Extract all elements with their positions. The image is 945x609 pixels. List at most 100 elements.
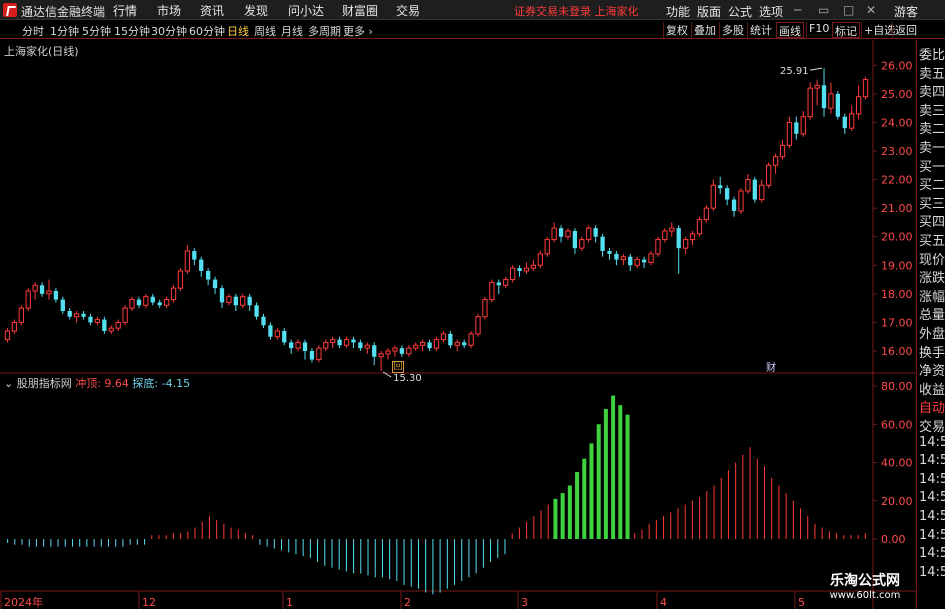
login-notice: 证券交易未登录 上海家化	[514, 5, 639, 18]
candle-body-down	[60, 299, 65, 311]
tab-15min[interactable]: 15分钟	[114, 23, 150, 39]
tab-1min[interactable]: 1分钟	[50, 23, 79, 39]
low-price-label: 15.30	[393, 373, 422, 384]
candle-body-up	[406, 347, 412, 355]
indicator-bar-peak	[589, 443, 594, 539]
menu-ask[interactable]: 问小达	[288, 2, 324, 18]
menu-wealth[interactable]: 财富圈	[342, 2, 378, 18]
side-panel-item: 卖一	[919, 141, 945, 156]
tab-more[interactable]: 更多 ›	[343, 23, 373, 39]
candle-body-up	[440, 333, 447, 341]
side-panel-item: 14:56	[919, 471, 945, 487]
side-panel-item: 涨跌	[919, 271, 945, 287]
draw-line-button[interactable]: 画线	[776, 22, 804, 38]
candle-body-up	[177, 270, 184, 289]
menu-layout[interactable]: 版面	[697, 3, 721, 20]
candle-body-up	[475, 316, 481, 335]
close-icon[interactable]: ✕	[866, 3, 876, 17]
menu-market[interactable]: 市场	[157, 2, 181, 18]
candle-body-up	[703, 207, 710, 221]
candle-body-down	[205, 271, 211, 280]
adjust-button[interactable]: 复权	[663, 22, 690, 38]
candle-body-up	[74, 313, 80, 318]
multi-stock-button[interactable]: 多股	[719, 22, 746, 38]
candle-body-up	[800, 116, 806, 135]
indicator-value-bottom: 探底: -4.15	[132, 377, 191, 390]
candle-body-down	[448, 333, 453, 346]
history-marker-icon[interactable]: 回	[392, 361, 404, 373]
indicator-bar-peak	[553, 498, 558, 539]
candle-body-up	[482, 299, 488, 318]
finance-marker-icon[interactable]: 财	[766, 359, 776, 374]
candle-body-up	[814, 84, 820, 89]
side-panel-item: 换手	[919, 345, 945, 361]
side-panel-item: 买一	[919, 159, 945, 175]
candle-body-down	[372, 345, 377, 357]
side-panel-item: 14:56	[919, 453, 945, 469]
indicator-tick-label: 60.00	[881, 418, 913, 431]
candle-body-down	[39, 285, 45, 294]
candle-body-up	[226, 296, 232, 303]
minimize-icon[interactable]: ─	[794, 3, 801, 17]
price-tick-label: 17.00	[881, 316, 913, 329]
candle-body-up	[364, 344, 370, 349]
candle-body-up	[122, 307, 128, 323]
indicator-bar-peak	[575, 472, 580, 539]
candle-body-down	[102, 319, 107, 331]
tab-5min[interactable]: 5分钟	[82, 23, 111, 39]
menu-discover[interactable]: 发现	[244, 2, 268, 18]
side-panel-item: 买五	[919, 234, 945, 249]
menu-formula[interactable]: 公式	[728, 3, 752, 20]
candle-body-down	[628, 256, 633, 266]
menu-options[interactable]: 选项	[759, 3, 783, 20]
tab-multi-period[interactable]: 多周期	[308, 23, 341, 39]
candle-body-down	[496, 282, 501, 286]
quote-side-panel: 委比 卖五 卖四 卖三 卖二 卖一 买一 买二 买三 买四 买五 现价 涨跌 涨幅 总量 外盘 换手 净资 收益 自动…	[916, 40, 945, 609]
side-panel-item: 现价	[919, 252, 945, 268]
indicator-collapse-icon[interactable]: ⌄	[4, 377, 13, 390]
candle-body-up	[4, 330, 11, 341]
side-panel-item: 14:56	[919, 564, 945, 580]
candle-body-down	[462, 342, 467, 346]
candle-body-down	[261, 316, 266, 326]
menu-function[interactable]: 功能	[666, 3, 690, 20]
restore-icon[interactable]: ▭	[818, 3, 829, 17]
candle-body-up	[163, 299, 170, 306]
candle-body-up	[323, 341, 329, 349]
tab-daily[interactable]: 日线	[227, 23, 249, 39]
candle-body-down	[517, 268, 522, 271]
mark-button[interactable]: 标记	[832, 22, 860, 38]
price-chart-area[interactable]: 26.0025.0024.0023.0022.0021.0020.0019.00…	[0, 40, 916, 609]
indicator-name[interactable]: 股朋指标网	[17, 377, 72, 390]
candle-body-down	[676, 228, 681, 249]
stats-button[interactable]: 统计	[747, 22, 774, 38]
menu-trade[interactable]: 交易	[396, 2, 420, 18]
tab-intraday[interactable]: 分时	[22, 23, 44, 39]
maximize-icon[interactable]: □	[843, 3, 854, 17]
back-button[interactable]: 返回	[892, 22, 919, 38]
candle-body-down	[157, 302, 162, 306]
candle-body-up	[766, 164, 772, 186]
app-logo-icon	[3, 3, 17, 17]
x-tick-label: 12	[142, 596, 156, 609]
candle-body-up	[544, 239, 550, 255]
high-price-label: 25.91	[780, 66, 809, 77]
candle-body-up	[392, 347, 398, 352]
indicator-bar-peak	[596, 424, 601, 539]
candle-body-up	[855, 96, 862, 115]
f10-button[interactable]: F10	[806, 22, 831, 38]
candle-body-up	[565, 230, 571, 238]
menu-quotes[interactable]: 行情	[113, 2, 137, 18]
tab-30min[interactable]: 30分钟	[151, 23, 187, 39]
tab-60min[interactable]: 60分钟	[189, 23, 225, 39]
indicator-bar-peak	[567, 485, 572, 539]
candle-body-up	[143, 296, 149, 306]
tab-monthly[interactable]: 月线	[281, 23, 303, 39]
overlay-button[interactable]: 叠加	[691, 22, 718, 38]
guest-user[interactable]: 游客	[894, 3, 918, 20]
tab-weekly[interactable]: 周线	[254, 23, 276, 39]
menu-news[interactable]: 资讯	[200, 2, 224, 18]
side-panel-item: 买三	[919, 196, 945, 212]
indicator-value-top: 冲顶: 9.64	[75, 377, 129, 390]
period-tab-bar: 分时 1分钟 5分钟 15分钟 30分钟 60分钟 日线 周线 月线 多周期 更…	[0, 21, 945, 39]
